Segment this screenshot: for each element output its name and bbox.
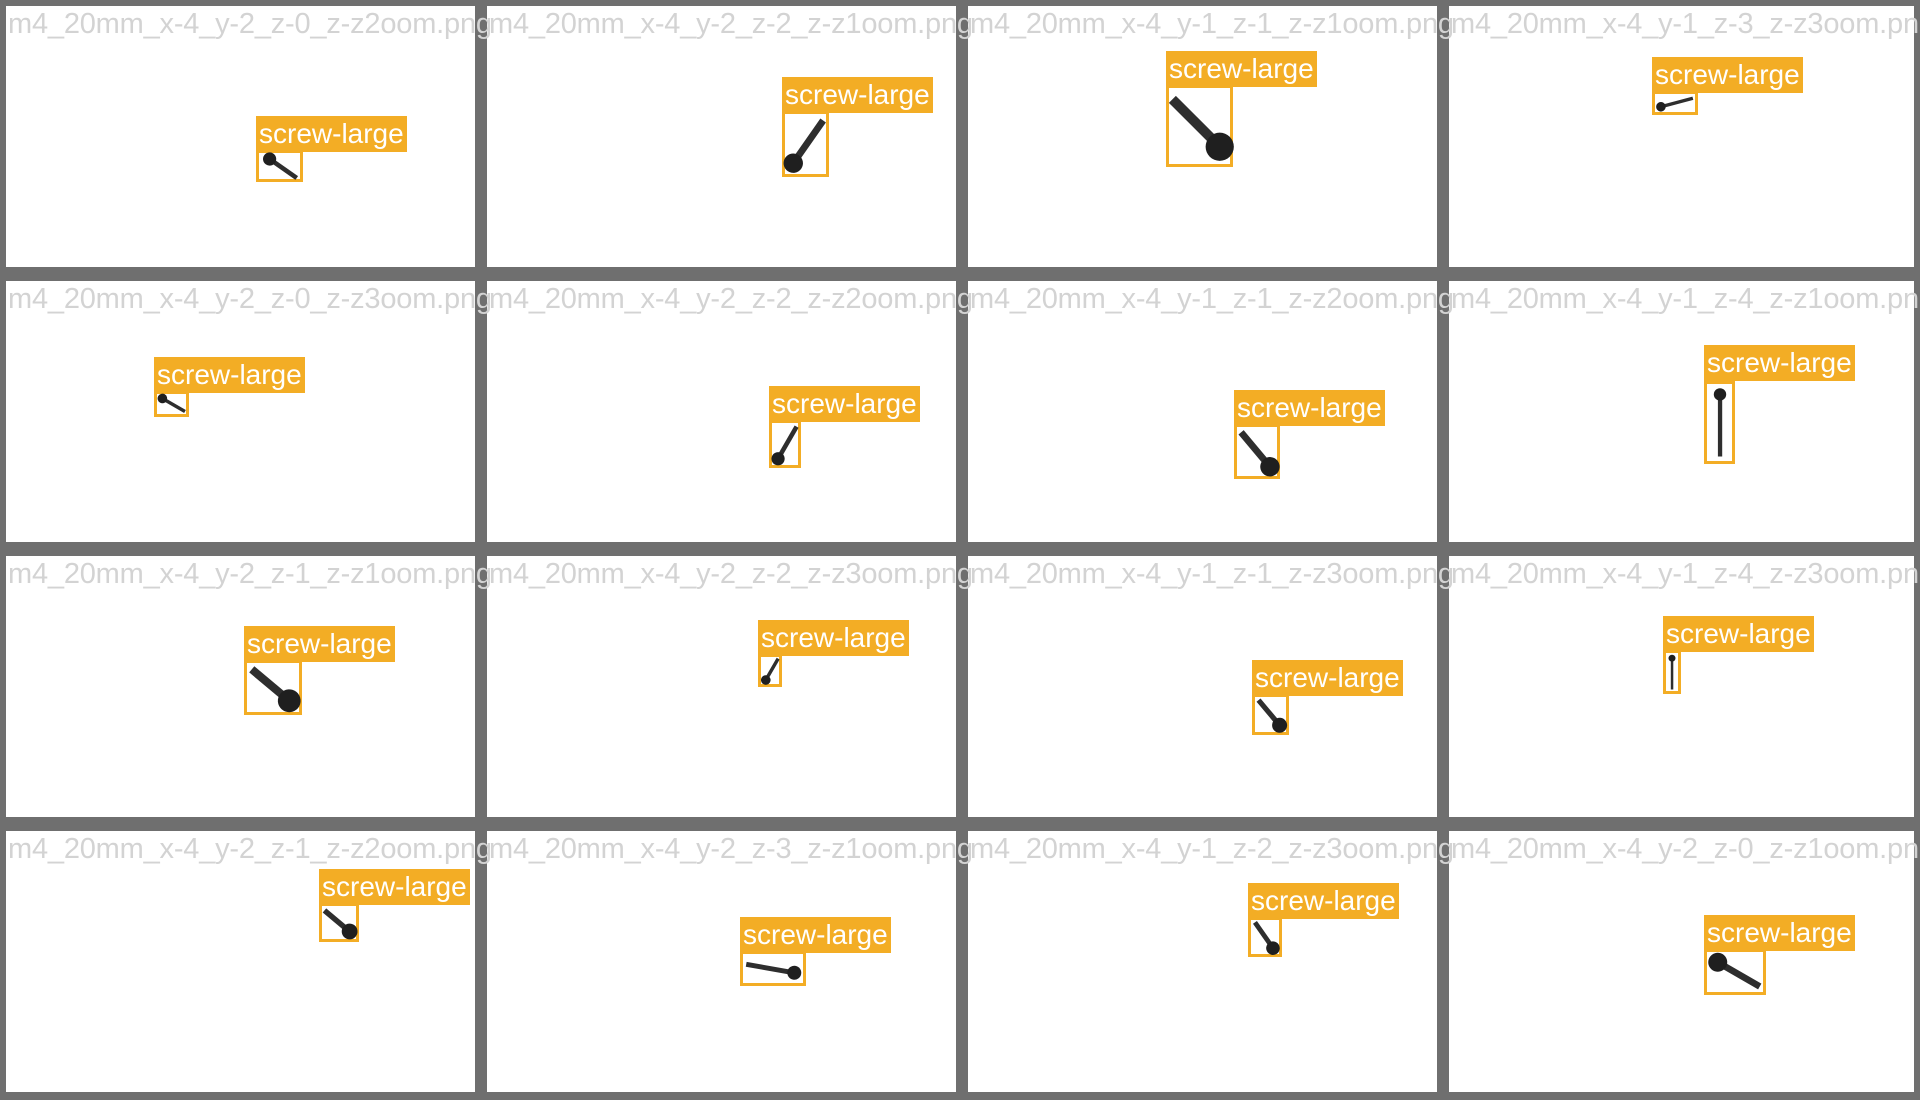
image-tile: m4_20mm_x-4_y-1_z-3_z-z3oom.png screw-la… xyxy=(1443,0,1920,275)
image-tile: m4_20mm_x-4_y-2_z-2_z-z3oom.png screw-la… xyxy=(481,550,973,825)
screw-icon xyxy=(1656,96,1694,112)
image-tile: m4_20mm_x-4_y-2_z-1_z-z1oom.png screw-la… xyxy=(0,550,492,825)
image-filename: m4_20mm_x-4_y-2_z-1_z-z2oom.png xyxy=(8,833,492,865)
image-filename: m4_20mm_x-4_y-1_z-1_z-z1oom.png xyxy=(970,8,1454,40)
detection-label: screw-large xyxy=(782,77,933,113)
image-tile: m4_20mm_x-4_y-2_z-2_z-z1oom.png screw-la… xyxy=(481,0,973,275)
image-filename: m4_20mm_x-4_y-1_z-3_z-z3oom.png xyxy=(1451,8,1920,40)
image-filename: m4_20mm_x-4_y-2_z-3_z-z1oom.png xyxy=(489,833,973,865)
detection-label: screw-large xyxy=(319,869,470,905)
screw-icon xyxy=(157,393,186,413)
screw-icon xyxy=(1238,430,1280,477)
detection-label: screw-large xyxy=(154,357,305,393)
image-filename: m4_20mm_x-4_y-1_z-4_z-z1oom.png xyxy=(1451,283,1920,315)
image-tile: m4_20mm_x-4_y-1_z-1_z-z2oom.png screw-la… xyxy=(962,275,1454,550)
screw-icon xyxy=(249,666,301,713)
image-tile: m4_20mm_x-4_y-1_z-2_z-z3oom.png screw-la… xyxy=(962,825,1454,1100)
detection-label: screw-large xyxy=(1704,345,1855,381)
image-filename: m4_20mm_x-4_y-2_z-2_z-z1oom.png xyxy=(489,8,973,40)
image-tile: m4_20mm_x-4_y-2_z-1_z-z2oom.png screw-la… xyxy=(0,825,492,1100)
detection-label: screw-large xyxy=(740,917,891,953)
image-tile: m4_20mm_x-4_y-1_z-1_z-z1oom.png screw-la… xyxy=(962,0,1454,275)
detection-label: screw-large xyxy=(1704,915,1855,951)
detection-label: screw-large xyxy=(1652,57,1803,93)
screw-icon xyxy=(761,657,780,685)
image-filename: m4_20mm_x-4_y-1_z-1_z-z3oom.png xyxy=(970,558,1454,590)
screw-icon xyxy=(322,908,358,940)
screw-icon xyxy=(263,152,299,180)
image-filename: m4_20mm_x-4_y-1_z-2_z-z3oom.png xyxy=(970,833,1454,865)
image-filename: m4_20mm_x-4_y-1_z-1_z-z2oom.png xyxy=(970,283,1454,315)
image-filename: m4_20mm_x-4_y-2_z-0_z-z3oom.png xyxy=(8,283,492,315)
screw-icon xyxy=(1168,95,1234,161)
detection-label: screw-large xyxy=(1234,390,1385,426)
detection-label: screw-large xyxy=(1248,883,1399,919)
detection-label: screw-large xyxy=(758,620,909,656)
detection-label: screw-large xyxy=(1663,616,1814,652)
image-tile: m4_20mm_x-4_y-1_z-4_z-z3oom.png screw-la… xyxy=(1443,550,1920,825)
detection-label: screw-large xyxy=(244,626,395,662)
detection-label: screw-large xyxy=(1252,660,1403,696)
detection-label: screw-large xyxy=(769,386,920,422)
screw-icon xyxy=(1256,698,1288,733)
image-filename: m4_20mm_x-4_y-2_z-0_z-z1oom.png xyxy=(1451,833,1920,865)
screw-icon xyxy=(1708,952,1762,990)
screw-icon xyxy=(1668,654,1676,690)
image-filename: m4_20mm_x-4_y-2_z-1_z-z1oom.png xyxy=(8,558,492,590)
detection-label: screw-large xyxy=(1166,51,1317,87)
image-tile: m4_20mm_x-4_y-1_z-1_z-z3oom.png screw-la… xyxy=(962,550,1454,825)
screw-icon xyxy=(745,961,802,980)
image-tile: m4_20mm_x-4_y-1_z-4_z-z1oom.png screw-la… xyxy=(1443,275,1920,550)
image-tile: m4_20mm_x-4_y-2_z-3_z-z1oom.png screw-la… xyxy=(481,825,973,1100)
screw-icon xyxy=(783,118,826,173)
image-filename: m4_20mm_x-4_y-2_z-2_z-z2oom.png xyxy=(489,283,973,315)
detection-label: screw-large xyxy=(256,116,407,152)
image-tile: m4_20mm_x-4_y-2_z-2_z-z2oom.png screw-la… xyxy=(481,275,973,550)
image-tile: m4_20mm_x-4_y-2_z-0_z-z2oom.png screw-la… xyxy=(0,0,492,275)
image-tile: m4_20mm_x-4_y-2_z-0_z-z1oom.png screw-la… xyxy=(1443,825,1920,1100)
image-filename: m4_20mm_x-4_y-2_z-2_z-z3oom.png xyxy=(489,558,973,590)
detection-grid: m4_20mm_x-4_y-2_z-0_z-z2oom.png screw-la… xyxy=(0,0,1920,1100)
screw-icon xyxy=(1252,921,1280,955)
screw-icon xyxy=(1713,388,1727,457)
image-tile: m4_20mm_x-4_y-2_z-0_z-z3oom.png screw-la… xyxy=(0,275,492,550)
image-filename: m4_20mm_x-4_y-2_z-0_z-z2oom.png xyxy=(8,8,492,40)
screw-icon xyxy=(771,425,799,466)
image-filename: m4_20mm_x-4_y-1_z-4_z-z3oom.png xyxy=(1451,558,1920,590)
